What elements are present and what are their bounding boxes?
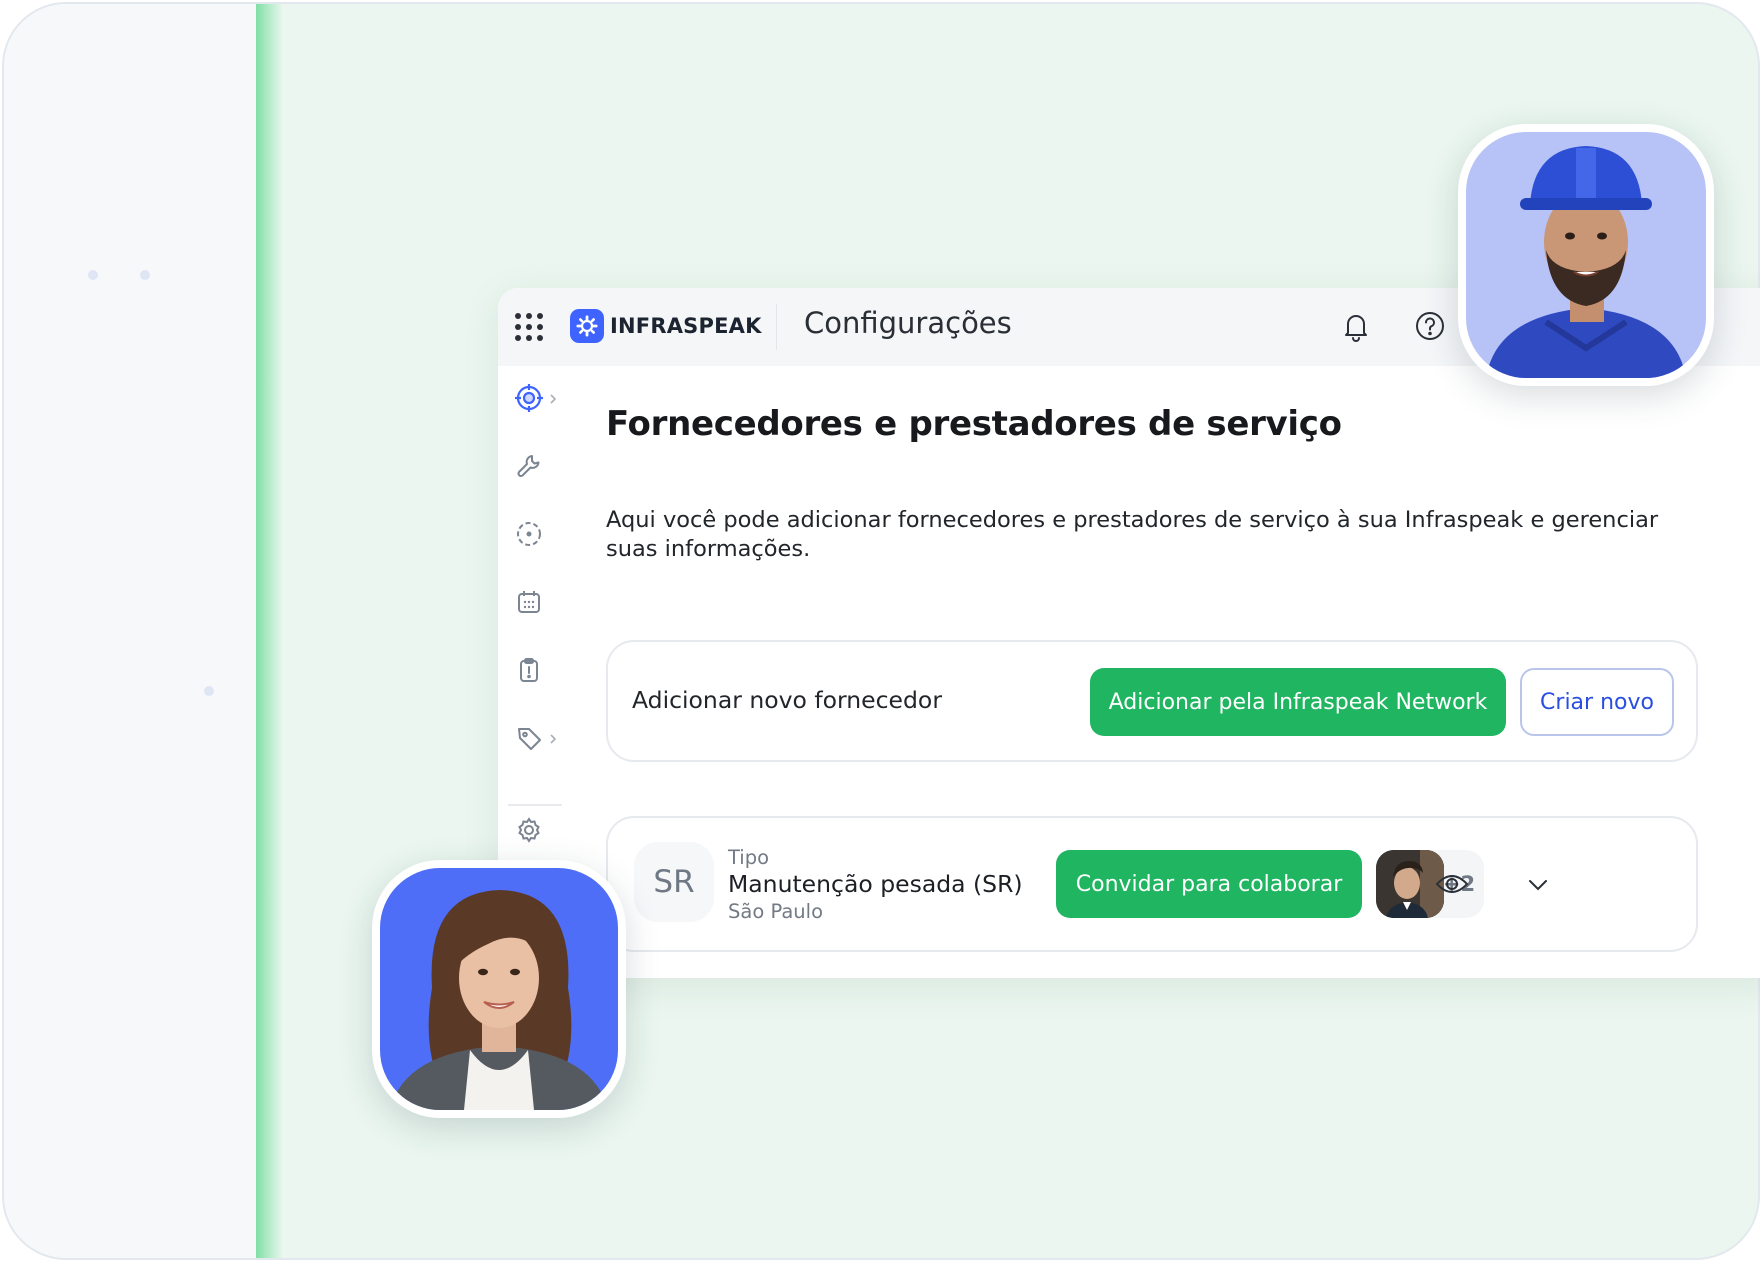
bell-icon[interactable]	[1338, 308, 1374, 344]
dashed-circle-icon	[514, 519, 544, 553]
page-section-title: Configurações	[804, 306, 1012, 340]
brand-name: INFRASPEAK	[610, 314, 762, 338]
topbar-divider	[776, 304, 777, 350]
create-new-button[interactable]: Criar novo	[1520, 668, 1674, 736]
manager-photo	[372, 860, 626, 1118]
nav-item-dashboard[interactable]	[514, 380, 566, 420]
tag-icon	[514, 723, 544, 757]
chevron-down-icon[interactable]	[1520, 866, 1556, 902]
help-icon[interactable]	[1412, 308, 1448, 344]
worker-photo	[1458, 124, 1714, 386]
decor-dot	[88, 270, 98, 280]
type-value: Manutenção pesada (SR)	[728, 870, 1023, 898]
nav-item-maintenance[interactable]	[514, 448, 566, 488]
nav-item-settings[interactable]	[514, 812, 566, 852]
target-icon	[514, 383, 544, 417]
nav-item-calendar[interactable]	[514, 584, 566, 624]
brand-logo[interactable]: INFRASPEAK	[570, 308, 762, 344]
calendar-icon	[514, 587, 544, 621]
add-supplier-label: Adicionar novo fornecedor	[632, 686, 942, 714]
nav-divider	[508, 804, 562, 806]
supplier-row[interactable]: SR Tipo Manutenção pesada (SR) São Paulo…	[606, 816, 1698, 952]
supplier-city: São Paulo	[728, 900, 823, 923]
decor-dot	[140, 270, 150, 280]
nav-item-requests[interactable]	[514, 652, 566, 692]
page-description: Aqui você pode adicionar fornecedores e …	[606, 507, 1659, 562]
nav-item-tags[interactable]	[514, 720, 566, 760]
chevron-right-icon	[548, 731, 558, 750]
page-title: Fornecedores e prestadores de serviço	[606, 404, 1342, 444]
wrench-icon	[514, 451, 544, 485]
type-label: Tipo	[728, 846, 770, 869]
left-panel	[4, 4, 256, 1258]
accent-stripe	[256, 4, 282, 1258]
clipboard-alert-icon	[514, 655, 544, 689]
nav-item-progress[interactable]	[514, 516, 566, 556]
invite-collaborate-button[interactable]: Convidar para colaborar	[1056, 850, 1362, 918]
supplier-initials-badge: SR	[634, 842, 714, 922]
decor-dot	[204, 686, 214, 696]
gear-icon	[514, 815, 544, 849]
add-supplier-card: Adicionar novo fornecedor Adicionar pela…	[606, 640, 1698, 762]
gear-logo-icon	[570, 309, 604, 343]
chevron-right-icon	[548, 391, 558, 410]
eye-icon[interactable]	[1432, 864, 1472, 904]
add-via-network-button[interactable]: Adicionar pela Infraspeak Network	[1090, 668, 1506, 736]
grid-icon[interactable]	[512, 310, 546, 344]
